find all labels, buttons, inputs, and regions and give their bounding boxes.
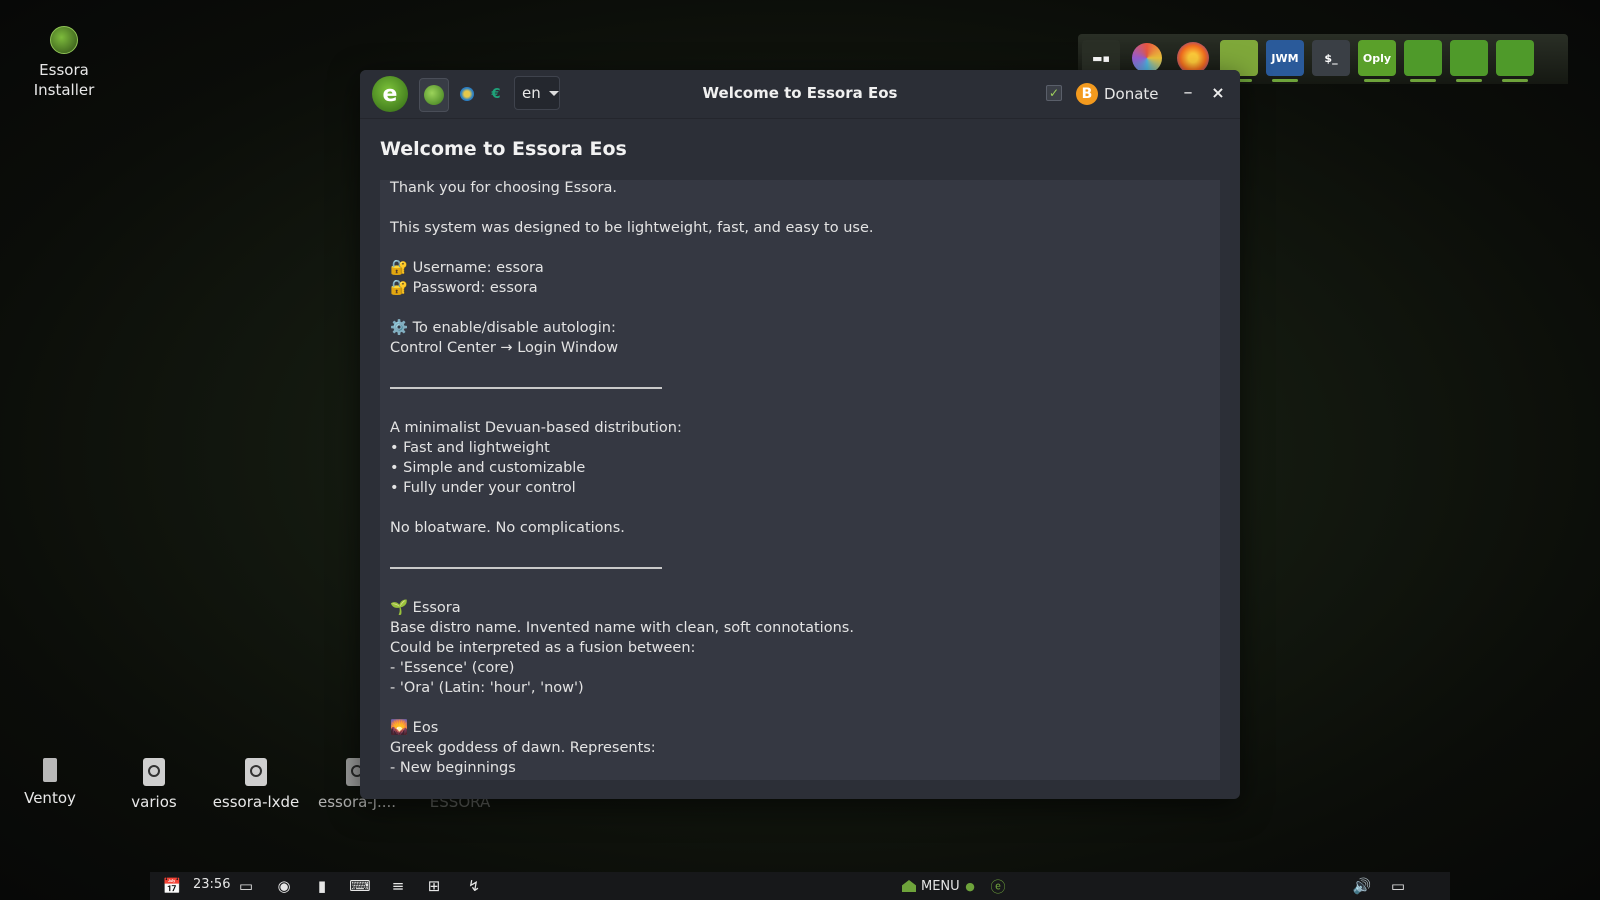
- drive-label: Ventoy: [24, 789, 76, 807]
- donate-label: Donate: [1104, 85, 1159, 103]
- close-button[interactable]: ×: [1206, 80, 1230, 106]
- text-line: 🔐 Username: essora: [390, 260, 544, 276]
- menu-label: MENU: [921, 878, 960, 894]
- text-line: - New beginnings: [390, 760, 516, 776]
- essora-logo-icon: e: [372, 76, 408, 112]
- essora-tray-icon[interactable]: ⓔ: [988, 876, 1008, 896]
- text-line: - 'Essence' (core): [390, 660, 515, 676]
- logout-icon[interactable]: ↯: [464, 876, 484, 896]
- home-icon: [902, 880, 916, 892]
- dock-item-label: JWM: [1271, 51, 1299, 65]
- terminal-icon[interactable]: ⌨: [349, 876, 371, 896]
- language-select[interactable]: en: [514, 76, 560, 110]
- disk-drive-icon: [245, 758, 267, 786]
- display-icon[interactable]: ▭: [1388, 876, 1408, 896]
- dock-running-indicator: [1272, 79, 1298, 82]
- content-heading: Welcome to Essora Eos: [380, 138, 627, 160]
- text-line: • Simple and customizable: [390, 460, 586, 476]
- text-line: 🔐 Password: essora: [390, 280, 538, 296]
- jwm-icon[interactable]: JWM: [1266, 40, 1304, 82]
- text-line: 🌄 Eos: [390, 720, 439, 736]
- usb-drive-icon: [43, 758, 57, 782]
- bitcoin-icon: B: [1076, 83, 1098, 105]
- welcome-window: e € en Welcome to Essora Eos ✓ B Donate …: [360, 70, 1240, 799]
- welcome-text-view[interactable]: Thank you for choosing Essora. This syste…: [380, 180, 1220, 780]
- oply-video-icon[interactable]: [1450, 40, 1488, 82]
- separator-line: [390, 378, 662, 389]
- text-line: This system was designed to be lightweig…: [390, 220, 874, 236]
- desktop-icon-label: Essora Installer: [33, 61, 95, 99]
- firefox-icon[interactable]: ◉: [274, 876, 294, 896]
- language-flag-button[interactable]: [453, 78, 481, 110]
- drive-label: essora-lxde: [212, 793, 300, 811]
- package-manager-icon[interactable]: ⊞: [424, 876, 444, 896]
- minimize-button[interactable]: –: [1176, 80, 1200, 106]
- window-titlebar[interactable]: e € en Welcome to Essora Eos ✓ B Donate …: [360, 70, 1240, 119]
- text-line: - 'Ora' (Latin: 'hour', 'now'): [390, 680, 584, 696]
- text-line: A minimalist Devuan-based distribution:: [390, 420, 682, 436]
- dock-item-label: Oply: [1362, 51, 1392, 65]
- file-manager-icon[interactable]: ▮: [312, 876, 332, 896]
- menu-button[interactable]: MENU: [902, 876, 960, 896]
- disk-drive-icon: [143, 758, 165, 786]
- chevron-down-icon: [548, 90, 559, 96]
- text-line: Control Center → Login Window: [390, 340, 619, 356]
- desktop-drive-2[interactable]: essora-lxde: [206, 758, 306, 812]
- terminal-icon[interactable]: $_: [1312, 40, 1350, 76]
- oply-radio-icon[interactable]: [1404, 40, 1442, 82]
- show-desktop-icon[interactable]: ▭: [236, 876, 256, 896]
- show-at-startup-checkbox[interactable]: ✓: [1046, 85, 1062, 101]
- text-line: • Fully under your control: [390, 480, 576, 496]
- dock-running-indicator: [1456, 79, 1482, 82]
- clock[interactable]: 23:56: [193, 877, 230, 892]
- website-button[interactable]: [419, 78, 449, 112]
- essora-e-button[interactable]: €: [482, 78, 510, 110]
- color-flower-icon[interactable]: [1132, 43, 1162, 73]
- globe-icon: [424, 85, 444, 105]
- volume-icon[interactable]: 🔊: [1352, 876, 1372, 896]
- dock-running-indicator: [1410, 79, 1436, 82]
- text-line: • Fast and lightweight: [390, 440, 550, 456]
- dock-running-indicator: [1502, 79, 1528, 82]
- text-line: ⚙️ To enable/disable autologin:: [390, 320, 616, 336]
- text-line: - Clarity and light: [390, 778, 1210, 780]
- oply-tv-icon[interactable]: [1496, 40, 1534, 82]
- text-line: Base distro name. Invented name with cle…: [390, 620, 854, 636]
- essora-installer-icon: [50, 26, 78, 54]
- taskbar: 📅 23:56 ▭ ◉ ▮ ⌨ ≡ ⊞ ↯ MENU ● ⓔ 🔊 ▭: [150, 872, 1450, 900]
- text-editor-icon[interactable]: ≡: [388, 876, 408, 896]
- donate-button[interactable]: B Donate: [1076, 80, 1159, 108]
- desktop-drive-0[interactable]: Ventoy: [0, 758, 100, 808]
- text-line: No bloatware. No complications.: [390, 520, 625, 536]
- network-tray-icon[interactable]: ●: [960, 876, 980, 896]
- text-line: Could be interpreted as a fusion between…: [390, 640, 696, 656]
- text-line: Thank you for choosing Essora.: [390, 180, 618, 196]
- oply-icon[interactable]: Oply: [1358, 40, 1396, 82]
- calendar-clock-icon[interactable]: 📅: [162, 876, 182, 896]
- text-line: 🌱 Essora: [390, 600, 461, 616]
- dock-item-label: $_: [1324, 51, 1338, 65]
- desktop-drive-1[interactable]: varios: [104, 758, 204, 812]
- dock-running-indicator: [1364, 79, 1390, 82]
- desktop-icon-installer[interactable]: Essora Installer: [14, 26, 114, 100]
- text-line: Greek goddess of dawn. Represents:: [390, 740, 656, 756]
- drive-label: varios: [131, 793, 177, 811]
- language-value: en: [522, 84, 541, 102]
- separator-line: [390, 558, 662, 569]
- flag-icon: [460, 87, 474, 101]
